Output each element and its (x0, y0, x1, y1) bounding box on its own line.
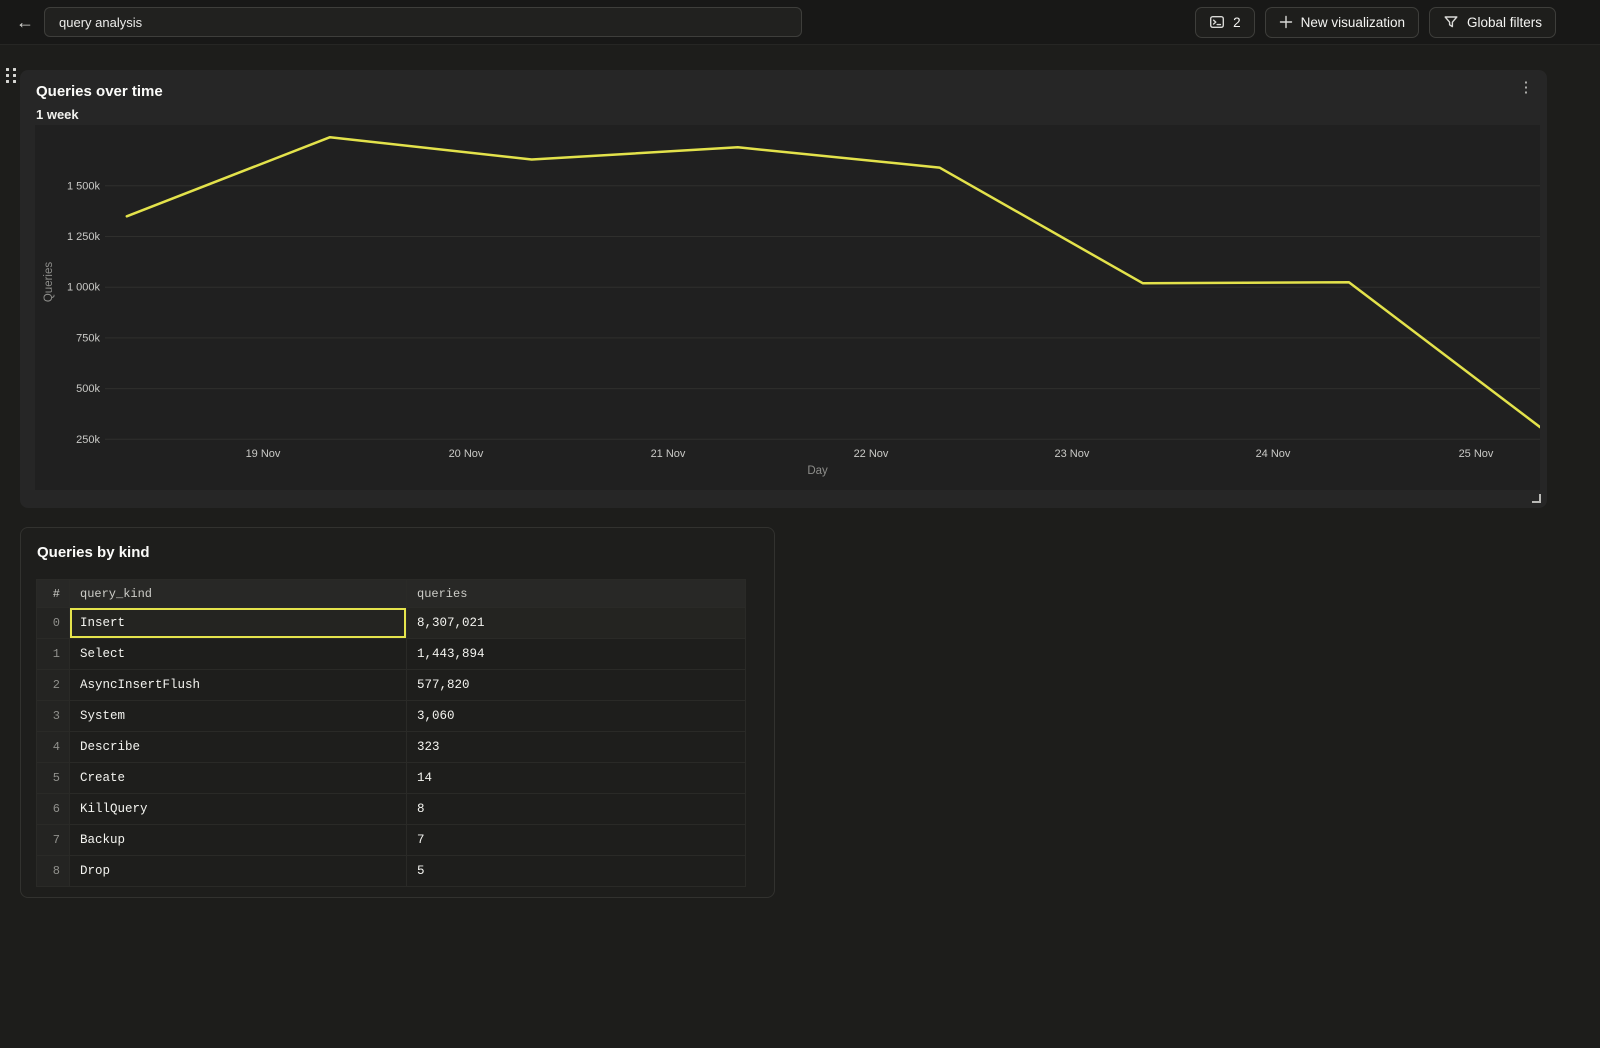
new-visualization-button[interactable]: New visualization (1265, 7, 1419, 38)
chart-plot-area: 250k 500k 750k 1 000k 1 250k 1 500k Queries 19 … (35, 125, 1540, 490)
global-filters-label: Global filters (1467, 15, 1542, 30)
query-kind-cell[interactable]: Select (70, 639, 407, 670)
x-tick-label: 25 Nov (1459, 448, 1494, 460)
queries-by-kind-card: Queries by kind # query_kind queries 0In… (20, 527, 775, 898)
y-tick-label: 1 250k (67, 231, 101, 243)
queries-over-time-card: Queries over time 1 week ⋮ 250k 500k 750k 1… (20, 70, 1547, 508)
table-row: 8Drop5 (37, 856, 745, 887)
new-visualization-label: New visualization (1301, 15, 1405, 30)
y-tick-label: 250k (76, 434, 100, 446)
column-header-query-kind[interactable]: query_kind (70, 580, 407, 608)
table-row: 0Insert8,307,021 (37, 608, 745, 639)
queries-count-cell[interactable]: 3,060 (407, 701, 745, 732)
x-axis-title: Day (807, 465, 828, 477)
x-tick-label: 21 Nov (651, 448, 686, 460)
queries-count-cell[interactable]: 323 (407, 732, 745, 763)
top-bar: ← 2 New visualization Global filters (0, 0, 1600, 45)
chart-subtitle: 1 week (36, 107, 79, 122)
queries-count-cell[interactable]: 1,443,894 (407, 639, 745, 670)
y-tick-label: 1 500k (67, 180, 101, 192)
row-index-cell: 2 (37, 670, 70, 701)
plus-icon (1279, 15, 1293, 29)
table-row: 3System3,060 (37, 701, 745, 732)
global-filters-button[interactable]: Global filters (1429, 7, 1556, 38)
table-title: Queries by kind (37, 544, 150, 561)
column-header-queries[interactable]: queries (407, 580, 745, 608)
queries-count-cell[interactable]: 8,307,021 (407, 608, 745, 639)
table-header-row: # query_kind queries (37, 580, 745, 608)
chart-title: Queries over time (36, 83, 163, 100)
row-index-cell: 4 (37, 732, 70, 763)
terminal-icon (1209, 14, 1225, 30)
topbar-actions: 2 New visualization Global filters (1195, 7, 1556, 38)
query-kind-cell[interactable]: Describe (70, 732, 407, 763)
queries-count-cell[interactable]: 8 (407, 794, 745, 825)
back-button[interactable]: ← (12, 9, 38, 35)
card-drag-handle-icon[interactable] (6, 68, 19, 85)
row-index-cell: 7 (37, 825, 70, 856)
queries-series-line[interactable] (127, 137, 1540, 427)
x-tick-label: 24 Nov (1256, 448, 1291, 460)
queries-by-kind-table: # query_kind queries 0Insert8,307,0211Se… (36, 579, 746, 887)
console-count-button[interactable]: 2 (1195, 7, 1255, 38)
table-row: 1Select1,443,894 (37, 639, 745, 670)
query-kind-cell[interactable]: Backup (70, 825, 407, 856)
card-menu-kebab-icon[interactable]: ⋮ (1515, 77, 1537, 99)
table-row: 2AsyncInsertFlush577,820 (37, 670, 745, 701)
queries-count-cell[interactable]: 577,820 (407, 670, 745, 701)
query-kind-cell[interactable]: KillQuery (70, 794, 407, 825)
queries-by-kind-table-body: 0Insert8,307,0211Select1,443,8942AsyncIn… (37, 608, 745, 887)
table-row: 5Create14 (37, 763, 745, 794)
row-index-cell: 1 (37, 639, 70, 670)
table-row: 6KillQuery8 (37, 794, 745, 825)
query-kind-cell[interactable]: Insert (70, 608, 407, 639)
card-resize-handle[interactable] (1532, 494, 1541, 503)
x-tick-label: 19 Nov (246, 448, 281, 460)
table-row: 4Describe323 (37, 732, 745, 763)
y-tick-label: 1 000k (67, 282, 101, 294)
query-kind-cell[interactable]: Drop (70, 856, 407, 887)
table-row: 7Backup7 (37, 825, 745, 856)
query-kind-cell[interactable]: AsyncInsertFlush (70, 670, 407, 701)
row-index-cell: 3 (37, 701, 70, 732)
queries-count-cell[interactable]: 7 (407, 825, 745, 856)
row-index-cell: 5 (37, 763, 70, 794)
funnel-icon (1443, 14, 1459, 30)
y-tick-label: 750k (76, 332, 100, 344)
query-kind-cell[interactable]: System (70, 701, 407, 732)
queries-count-cell[interactable]: 14 (407, 763, 745, 794)
back-arrow-icon: ← (16, 12, 34, 33)
queries-count-cell[interactable]: 5 (407, 856, 745, 887)
column-header-index[interactable]: # (37, 580, 70, 608)
dashboard-title-input[interactable] (44, 7, 802, 37)
x-tick-label: 20 Nov (449, 448, 484, 460)
console-count-label: 2 (1233, 15, 1241, 30)
row-index-cell: 6 (37, 794, 70, 825)
x-tick-label: 22 Nov (854, 448, 889, 460)
row-index-cell: 0 (37, 608, 70, 639)
queries-line-chart[interactable]: 250k 500k 750k 1 000k 1 250k 1 500k Queries 19 … (35, 125, 1540, 490)
row-index-cell: 8 (37, 856, 70, 887)
query-kind-cell[interactable]: Create (70, 763, 407, 794)
y-tick-label: 500k (76, 383, 100, 395)
x-tick-label: 23 Nov (1054, 448, 1089, 460)
y-axis-title: Queries (43, 262, 55, 303)
